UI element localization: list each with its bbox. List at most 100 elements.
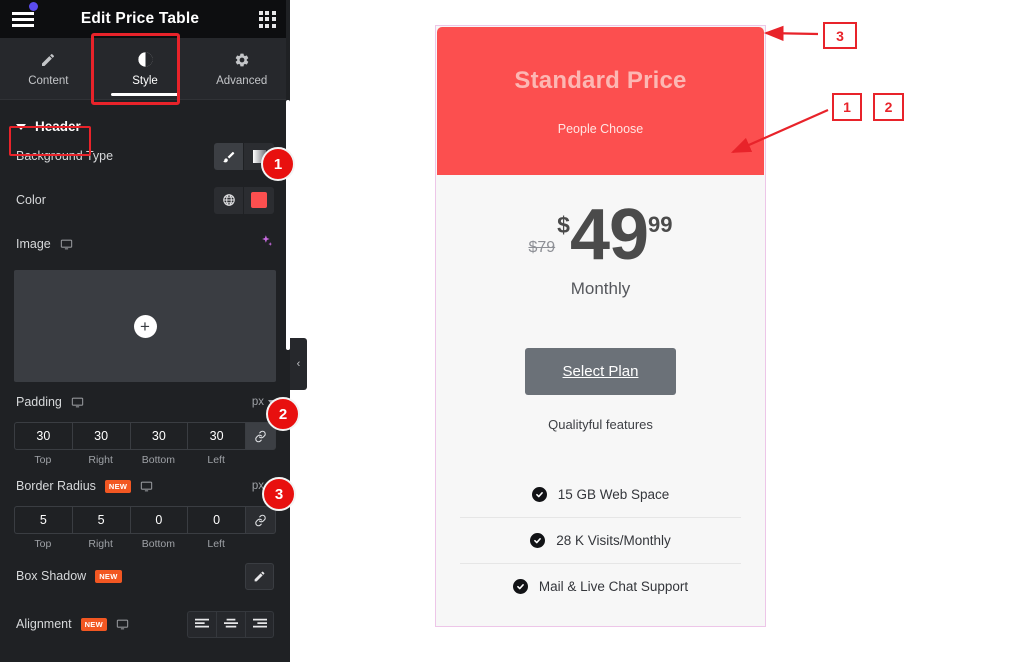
monitor-icon[interactable] xyxy=(116,618,129,631)
border-radius-row: Border Radius NEW px xyxy=(0,466,290,506)
padding-side-labels: Top Right Bottom Left xyxy=(14,454,276,466)
align-center-icon[interactable] xyxy=(216,610,245,638)
image-upload-area[interactable]: + xyxy=(14,270,276,382)
padding-right-cell xyxy=(71,422,130,450)
padding-right-input[interactable] xyxy=(71,422,130,450)
feature-list: 15 GB Web Space 28 K Visits/Monthly Mail… xyxy=(460,472,741,609)
ai-sparkle-icon[interactable] xyxy=(259,234,274,254)
radius-right-cell xyxy=(71,506,130,534)
padding-left-input[interactable] xyxy=(187,422,245,450)
list-item: 15 GB Web Space xyxy=(460,472,741,518)
check-circle-icon xyxy=(530,532,546,548)
radius-top-input[interactable] xyxy=(14,506,72,534)
alignment-label-group: Alignment NEW xyxy=(16,617,129,631)
price-integer: 49 xyxy=(569,195,649,275)
tab-style-label: Style xyxy=(132,75,158,87)
padding-bottom-cell xyxy=(129,422,188,450)
padding-inputs xyxy=(14,422,276,450)
app-root: Edit Price Table Content Style Advanced … xyxy=(0,0,1024,662)
alignment-row: Alignment NEW xyxy=(0,602,290,646)
tab-content[interactable]: Content xyxy=(0,38,97,99)
padding-bottom-input[interactable] xyxy=(129,422,188,450)
monitor-icon[interactable] xyxy=(71,396,84,409)
grid-apps-icon[interactable] xyxy=(244,0,290,38)
box-shadow-edit-button[interactable] xyxy=(245,562,274,590)
align-right-icon[interactable] xyxy=(245,610,274,638)
radius-left-cell xyxy=(187,506,245,534)
image-label: Image xyxy=(16,237,51,251)
tab-advanced-label: Advanced xyxy=(216,75,268,87)
page-title: Edit Price Table xyxy=(80,10,200,27)
border-radius-inputs-wrap: Top Right Bottom Left xyxy=(0,506,290,550)
padding-label-right: Right xyxy=(88,454,113,466)
price-table-header[interactable]: Standard Price People Choose xyxy=(437,27,764,175)
tab-style[interactable]: Style xyxy=(97,38,194,99)
price-table-widget[interactable]: Standard Price People Choose $79 $ 49 99… xyxy=(435,25,766,627)
annotation-box-1: 1 xyxy=(832,93,862,121)
panel-topbar: Edit Price Table xyxy=(0,0,290,38)
notification-dot-icon xyxy=(29,2,38,11)
panel-collapse-handle[interactable]: ‹ xyxy=(290,338,307,390)
radius-bottom-cell xyxy=(129,506,188,534)
box-shadow-label-group: Box Shadow NEW xyxy=(16,569,122,583)
border-radius-inputs xyxy=(14,506,276,534)
box-shadow-row: Box Shadow NEW xyxy=(0,550,290,602)
globe-icon[interactable] xyxy=(214,186,244,214)
align-left-icon[interactable] xyxy=(187,610,216,638)
radius-link-icon[interactable] xyxy=(245,506,276,534)
monitor-icon[interactable] xyxy=(140,480,153,493)
padding-label-left: Left xyxy=(207,454,225,466)
padding-label-top: Top xyxy=(34,454,52,466)
price-line: $79 $ 49 99 xyxy=(528,195,672,275)
border-radius-label: Border Radius xyxy=(16,479,96,493)
radius-right-input[interactable] xyxy=(71,506,130,534)
brush-icon[interactable] xyxy=(214,142,244,170)
border-radius-label-group: Border Radius NEW xyxy=(16,479,153,493)
chevron-left-icon: ‹ xyxy=(296,358,301,370)
annotation-box-2: 2 xyxy=(873,93,904,121)
gear-icon xyxy=(234,50,250,69)
tab-content-label: Content xyxy=(28,75,69,87)
list-item: 28 K Visits/Monthly xyxy=(460,518,741,564)
padding-left-cell xyxy=(187,422,245,450)
tab-advanced[interactable]: Advanced xyxy=(193,38,290,99)
select-plan-button[interactable]: Select Plan xyxy=(525,347,676,395)
radius-left-input[interactable] xyxy=(187,506,245,534)
radius-side-labels: Top Right Bottom Left xyxy=(14,538,276,550)
pencil-icon xyxy=(40,50,56,69)
new-badge: NEW xyxy=(95,569,122,583)
monitor-icon[interactable] xyxy=(60,238,73,251)
padding-label-bottom: Bottom xyxy=(141,454,175,466)
padding-label-group: Padding xyxy=(16,395,84,409)
new-badge: NEW xyxy=(104,479,132,493)
alignment-options xyxy=(187,610,274,638)
alignment-label: Alignment xyxy=(16,617,72,631)
features-note: Qualityful features xyxy=(548,416,653,432)
color-swatch-value xyxy=(251,192,267,208)
section-header-toggle[interactable]: Header xyxy=(0,119,290,134)
check-circle-icon xyxy=(512,578,528,594)
padding-unit-value: px xyxy=(251,396,264,408)
box-shadow-label: Box Shadow xyxy=(16,569,87,583)
currency-symbol: $ xyxy=(557,212,570,238)
color-label: Color xyxy=(16,193,46,207)
price-table-title: Standard Price xyxy=(514,66,687,94)
radius-label-bottom: Bottom xyxy=(141,538,175,550)
annotation-box-3: 3 xyxy=(823,22,857,49)
new-badge: NEW xyxy=(80,617,107,631)
feature-label: Mail & Live Chat Support xyxy=(538,578,689,594)
hamburger-icon[interactable] xyxy=(0,0,46,38)
panel-step-badge-3: 3 xyxy=(262,477,296,511)
image-label-group: Image xyxy=(16,237,73,251)
radius-bottom-input[interactable] xyxy=(129,506,188,534)
price-block: $79 $ 49 99 Monthly xyxy=(436,195,765,299)
color-row: Color xyxy=(0,178,290,222)
chevron-down-icon xyxy=(16,123,26,130)
background-type-label: Background Type xyxy=(16,149,114,163)
price-table-subtitle: People Choose xyxy=(557,121,644,136)
padding-top-input[interactable] xyxy=(14,422,72,450)
check-circle-icon xyxy=(531,486,547,502)
color-swatch[interactable] xyxy=(244,186,274,214)
padding-inputs-wrap: Top Right Bottom Left xyxy=(0,422,290,466)
padding-row: Padding px xyxy=(0,382,290,422)
